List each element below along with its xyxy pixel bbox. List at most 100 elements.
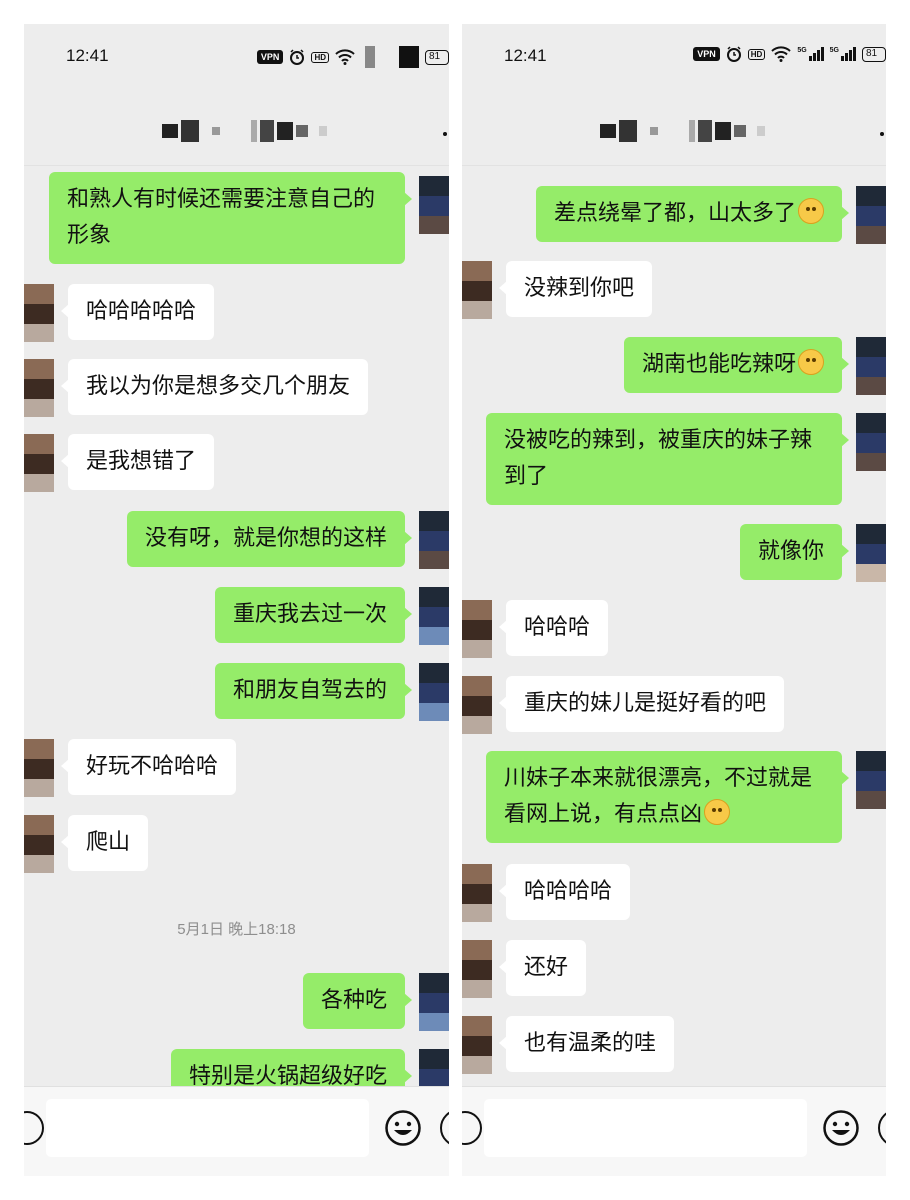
my-avatar[interactable] [856,186,886,244]
message-row: 就像你 [462,524,886,582]
message-bubble-outgoing[interactable]: 和熟人有时候还需要注意自己的形象 [49,172,412,264]
message-row: 各种吃 [24,973,449,1031]
message-bubble-outgoing[interactable]: 差点绕晕了都，山太多了 [535,186,850,242]
contact-avatar[interactable] [24,739,54,797]
my-avatar[interactable] [419,973,449,1031]
contact-avatar[interactable] [24,434,54,492]
input-bar [24,1086,449,1176]
message-row: 好玩不哈哈哈 [24,739,449,797]
emoji-icon[interactable] [822,1109,860,1147]
message-row: 和朋友自驾去的 [24,663,449,721]
message-bubble-incoming[interactable]: 没辣到你吧 [498,261,653,317]
message-bubble-incoming[interactable]: 是我想错了 [60,434,215,490]
chat-header [462,88,886,166]
flushed-emoji-icon [704,799,731,825]
my-avatar[interactable] [856,524,886,582]
signal-icon-2 [399,46,419,68]
more-options-icon[interactable] [880,132,884,136]
my-avatar[interactable] [856,337,886,395]
contact-avatar[interactable] [462,940,492,998]
my-avatar[interactable] [419,587,449,645]
status-bar: 12:41 VPN HD 5G 5G 81 [462,24,886,88]
message-row: 没有呀，就是你想的这样 [24,511,449,569]
signal-icon [365,46,375,68]
message-bubble-incoming[interactable]: 好玩不哈哈哈 [60,739,237,795]
contact-name-blurred [600,120,765,142]
contact-avatar[interactable] [462,600,492,658]
my-avatar[interactable] [856,413,886,471]
message-bubble-outgoing[interactable]: 没被吃的辣到，被重庆的妹子辣到了 [486,413,849,505]
message-bubble-incoming[interactable]: 我以为你是想多交几个朋友 [60,359,369,415]
contact-avatar[interactable] [24,359,54,417]
my-avatar[interactable] [419,176,449,234]
contact-avatar[interactable] [24,284,54,342]
message-bubble-outgoing[interactable]: 川妹子本来就很漂亮，不过就是看网上说，有点点凶 [486,751,849,843]
message-list-left: 和熟人有时候还需要注意自己的形象 哈哈哈哈哈 我以为你是想多交几个朋友 是我想错… [24,166,449,1107]
wifi-icon [335,49,355,65]
message-bubble-incoming[interactable]: 也有温柔的哇 [498,1016,675,1072]
contact-avatar[interactable] [462,261,492,319]
message-row: 也有温柔的哇 [462,1016,886,1074]
message-input[interactable] [46,1099,369,1157]
message-row: 我以为你是想多交几个朋友 [24,359,449,417]
message-bubble-incoming[interactable]: 哈哈哈 [498,600,609,656]
message-row: 差点绕晕了都，山太多了 [462,186,886,244]
message-bubble-incoming[interactable]: 爬山 [60,815,149,871]
contact-avatar[interactable] [462,676,492,734]
more-functions-icon[interactable] [440,1109,449,1147]
alarm-icon [290,49,305,65]
hd-icon: HD [747,48,766,60]
my-avatar[interactable] [419,511,449,569]
message-bubble-incoming[interactable]: 还好 [498,940,587,996]
my-avatar[interactable] [419,663,449,721]
battery-icon: 81 [425,49,449,65]
message-bubble-outgoing[interactable]: 各种吃 [302,973,413,1029]
message-row: 是我想错了 [24,434,449,492]
message-row: 湖南也能吃辣呀 [462,337,886,395]
message-bubble-outgoing[interactable]: 湖南也能吃辣呀 [623,337,850,393]
thinking-emoji-icon [798,349,824,375]
message-row: 重庆的妹儿是挺好看的吧 [462,676,886,734]
message-text: 川妹子本来就很漂亮，不过就是看网上说，有点点凶 [504,766,813,827]
my-avatar[interactable] [856,751,886,809]
message-input[interactable] [484,1099,807,1157]
message-row: 没被吃的辣到，被重庆的妹子辣到了 [462,413,886,509]
battery-icon: 81 [862,46,886,62]
message-bubble-incoming[interactable]: 哈哈哈哈哈 [60,284,215,340]
message-row: 没辣到你吧 [462,261,886,319]
message-row: 重庆我去过一次 [24,587,449,645]
message-bubble-incoming[interactable]: 重庆的妹儿是挺好看的吧 [498,676,785,732]
message-list-right: 差点绕晕了都，山太多了 没辣到你吧 湖南也能吃辣呀 没被吃的辣到，被重庆的妹子辣… [462,166,886,1086]
input-bar [462,1086,886,1176]
status-time: 12:41 [504,46,547,65]
message-text: 差点绕晕了都，山太多了 [553,201,796,226]
status-bar: 12:41 VPN HD 81 [24,24,449,88]
contact-avatar[interactable] [462,864,492,922]
chat-screen-right: 12:41 VPN HD 5G 5G 81 差点绕晕了都，山太多了 没辣到你吧 … [462,24,886,1176]
message-row: 爬山 [24,815,449,873]
more-functions-icon[interactable] [878,1109,886,1147]
wifi-icon [771,46,792,62]
chat-header [24,88,449,166]
voice-input-icon[interactable] [462,1111,482,1145]
message-bubble-incoming[interactable]: 哈哈哈哈 [498,864,631,920]
more-options-icon[interactable] [443,132,447,136]
emoji-icon[interactable] [384,1109,422,1147]
message-text: 湖南也能吃辣呀 [641,352,796,377]
message-row: 和熟人有时候还需要注意自己的形象 [24,172,449,268]
contact-avatar[interactable] [462,1016,492,1074]
message-row: 川妹子本来就很漂亮，不过就是看网上说，有点点凶 [462,751,886,847]
message-timestamp: 5月1日 晚上18:18 [177,921,296,938]
contact-avatar[interactable] [24,815,54,873]
laughing-crying-emoji-icon [798,198,824,224]
hd-icon: HD [311,51,329,63]
message-bubble-outgoing[interactable]: 没有呀，就是你想的这样 [126,511,413,567]
vpn-icon: VPN [693,47,720,61]
message-row: 还好 [462,940,886,998]
contact-name-blurred [162,120,327,142]
message-bubble-outgoing[interactable]: 就像你 [739,524,850,580]
message-bubble-outgoing[interactable]: 重庆我去过一次 [214,587,413,643]
voice-input-icon[interactable] [24,1111,44,1145]
message-row: 哈哈哈 [462,600,886,658]
message-bubble-outgoing[interactable]: 和朋友自驾去的 [214,663,413,719]
